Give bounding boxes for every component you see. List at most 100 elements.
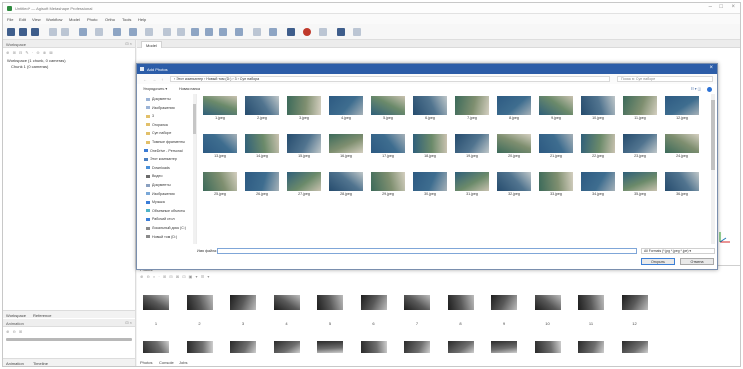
file-item[interactable]: 31.jpeg xyxy=(455,172,489,199)
file-item[interactable]: 7.jpeg xyxy=(455,96,489,123)
file-item[interactable]: 4.jpeg xyxy=(329,96,363,123)
file-item[interactable]: 14.jpeg xyxy=(245,134,279,161)
organize-button[interactable]: Упорядочить ▾ xyxy=(143,87,167,91)
dialog-search-input[interactable]: Поиск в: Суп наборе xyxy=(617,76,713,82)
photo-thumbnail[interactable] xyxy=(447,341,474,353)
file-item[interactable]: 36.jpeg xyxy=(665,172,699,199)
points-icon[interactable] xyxy=(235,28,243,36)
file-grid-scrollbar[interactable] xyxy=(711,94,715,244)
workspace-toolbar[interactable]: ⊕ ⊞ ⊟ ✎ · ⊖ ⊗ ⊠ xyxy=(6,50,54,55)
file-item[interactable]: 32.jpeg xyxy=(497,172,531,199)
file-item[interactable]: 30.jpeg xyxy=(413,172,447,199)
tab-animation[interactable]: Animation xyxy=(6,361,24,366)
file-item[interactable]: 35.jpeg xyxy=(623,172,657,199)
file-item[interactable]: 20.jpeg xyxy=(497,134,531,161)
navigation-icon[interactable] xyxy=(79,28,87,36)
camera-icon[interactable] xyxy=(287,28,295,36)
nav-pane-item[interactable]: Документы xyxy=(146,183,171,189)
animation-slider[interactable] xyxy=(6,338,132,341)
move-icon[interactable] xyxy=(219,28,227,36)
rotate-object-icon[interactable] xyxy=(129,28,137,36)
undo-icon[interactable] xyxy=(49,28,57,36)
photo-thumbnail[interactable] xyxy=(360,341,387,353)
tab-reference[interactable]: Reference xyxy=(33,313,51,318)
menu-tools[interactable]: Tools xyxy=(122,17,131,22)
view-options-button[interactable]: ☷ ▾ ◫ xyxy=(691,87,701,91)
open-project-icon[interactable] xyxy=(19,28,27,36)
file-item[interactable]: 29.jpeg xyxy=(371,172,405,199)
animation-panel-controls[interactable]: ⊡ × xyxy=(125,320,132,325)
photo-thumbnail[interactable] xyxy=(230,295,256,310)
nav-pane-item[interactable]: Видео xyxy=(146,174,163,180)
crop-icon[interactable] xyxy=(177,28,185,36)
menu-workflow[interactable]: Workflow xyxy=(46,17,62,22)
chunk-item[interactable]: Chunk 1 (0 cameras) xyxy=(11,64,48,69)
menu-help[interactable]: Help xyxy=(138,17,146,22)
file-item[interactable]: 6.jpeg xyxy=(413,96,447,123)
photo-thumbnail[interactable] xyxy=(317,295,343,310)
address-path[interactable]: › Этот компьютер › Новый том (D:) › 3 › … xyxy=(170,76,610,82)
photo-thumbnail[interactable] xyxy=(317,341,343,353)
file-item[interactable]: 8.jpeg xyxy=(497,96,531,123)
file-item[interactable]: 33.jpeg xyxy=(539,172,573,199)
nav-pane-item[interactable]: Новый том (D:) xyxy=(146,235,177,241)
file-item[interactable]: 1.jpeg xyxy=(203,96,237,123)
nav-pane-item[interactable]: Рабочий стол xyxy=(146,217,175,223)
menu-view[interactable]: View xyxy=(32,17,41,22)
file-type-select[interactable]: All Formats (*.jpg *.jpeg *.jpe) ▾ xyxy=(641,248,715,254)
file-item[interactable]: 26.jpeg xyxy=(245,172,279,199)
cancel-button[interactable]: Отмена xyxy=(680,258,714,265)
dialog-close-button[interactable]: × xyxy=(709,65,713,71)
nav-pane-item[interactable]: Суп наборе xyxy=(146,131,171,137)
photo-thumbnail[interactable] xyxy=(621,341,648,353)
tab-console[interactable]: Console xyxy=(159,360,174,365)
zoom-out-icon[interactable] xyxy=(205,28,213,36)
open-button[interactable]: Открыть xyxy=(641,258,675,265)
help-icon[interactable] xyxy=(707,87,712,92)
nav-pane-item[interactable]: Локальный диск (C:) xyxy=(146,226,186,232)
nav-pane-item[interactable]: Томные фрагменты xyxy=(146,140,185,146)
image-icon[interactable] xyxy=(337,28,345,36)
new-project-icon[interactable] xyxy=(7,28,15,36)
nav-pane-item[interactable]: Огоралка xyxy=(146,123,168,129)
photo-thumbnail[interactable] xyxy=(143,341,169,353)
menu-model[interactable]: Model xyxy=(69,17,80,22)
delete-selection-icon[interactable] xyxy=(163,28,171,36)
photo-thumbnail[interactable] xyxy=(360,295,387,310)
file-item[interactable]: 17.jpeg xyxy=(371,134,405,161)
nav-pane-item[interactable]: Этот компьютер xyxy=(144,157,177,163)
menu-edit[interactable]: Edit xyxy=(19,17,26,22)
photo-thumbnail[interactable] xyxy=(230,341,256,353)
file-item[interactable]: 9.jpeg xyxy=(539,96,573,123)
file-item[interactable]: 25.jpeg xyxy=(203,172,237,199)
tab-photos[interactable]: Photos xyxy=(140,360,152,365)
file-item[interactable]: 34.jpeg xyxy=(581,172,615,199)
workspace-panel-controls[interactable]: ⊡ × xyxy=(125,41,132,46)
photo-thumbnail[interactable] xyxy=(273,341,300,353)
file-item[interactable]: 28.jpeg xyxy=(329,172,363,199)
menu-photo[interactable]: Photo xyxy=(87,17,97,22)
cut-icon[interactable] xyxy=(145,28,153,36)
file-item[interactable]: 18.jpeg xyxy=(413,134,447,161)
redo-icon[interactable] xyxy=(61,28,69,36)
photo-thumbnail[interactable] xyxy=(186,295,213,310)
file-item[interactable]: 21.jpeg xyxy=(539,134,573,161)
grid-icon[interactable] xyxy=(353,28,361,36)
navigation-arrows[interactable]: ← → ↑ xyxy=(143,77,165,82)
photo-thumbnail[interactable] xyxy=(186,341,213,353)
tab-jobs[interactable]: Jobs xyxy=(179,360,187,365)
file-item[interactable]: 19.jpeg xyxy=(455,134,489,161)
photo-thumbnail[interactable] xyxy=(491,341,517,353)
heart-marker-icon[interactable] xyxy=(303,28,311,36)
file-item[interactable]: 13.jpeg xyxy=(203,134,237,161)
file-item[interactable]: 27.jpeg xyxy=(287,172,321,199)
nav-pane-item[interactable]: OneDrive - Personal xyxy=(144,149,183,155)
save-project-icon[interactable] xyxy=(31,28,39,36)
photo-thumbnail[interactable] xyxy=(273,295,300,310)
nav-pane-item[interactable]: Музыка xyxy=(146,200,165,206)
photo-thumbnail[interactable] xyxy=(534,295,561,310)
nav-pane-item[interactable]: Изображения xyxy=(146,106,175,112)
rectangle-selection-icon[interactable] xyxy=(95,28,103,36)
photo-thumbnail[interactable] xyxy=(143,295,169,310)
file-item[interactable]: 22.jpeg xyxy=(581,134,615,161)
